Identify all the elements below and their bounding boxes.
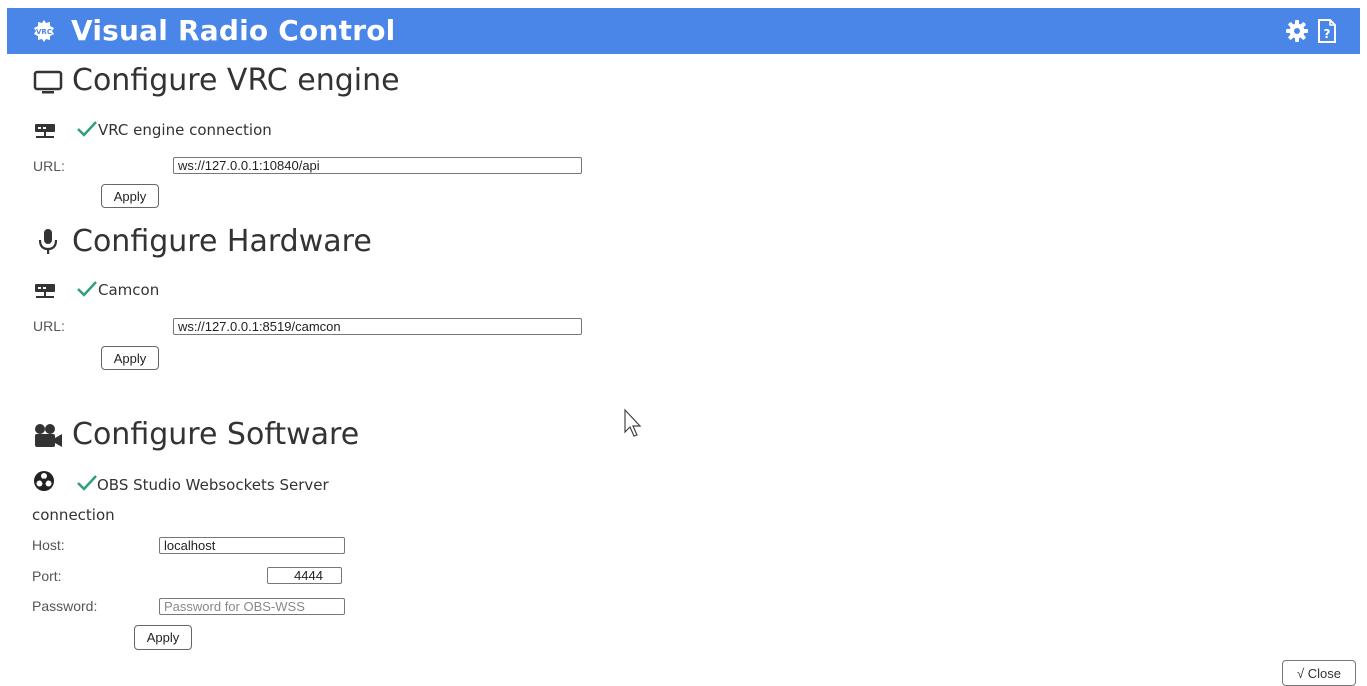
server-icon: [35, 124, 55, 138]
hardware-connection-label: Camcon: [98, 281, 160, 299]
monitor-icon: [33, 70, 63, 94]
obs-logo-icon: [34, 471, 54, 491]
password-label: Password:: [32, 598, 98, 614]
engine-url-input[interactable]: [173, 157, 582, 174]
check-icon: [77, 475, 97, 491]
engine-heading: Configure VRC engine: [72, 63, 400, 98]
software-apply-button[interactable]: Apply: [134, 625, 192, 650]
microphone-icon: [38, 229, 58, 254]
host-input[interactable]: [159, 537, 345, 554]
port-label: Port:: [32, 568, 62, 584]
help-file-icon[interactable]: ?: [1317, 18, 1337, 44]
hardware-heading: Configure Hardware: [72, 224, 372, 259]
software-connection-label: OBS Studio Websockets Server: [97, 476, 329, 494]
engine-url-label: URL:: [33, 158, 65, 174]
hardware-apply-button[interactable]: Apply: [101, 346, 159, 370]
vrc-logo-icon: VRC: [34, 20, 54, 42]
engine-connection-label: VRC engine connection: [98, 121, 272, 139]
svg-text:?: ?: [1324, 27, 1331, 41]
software-connection-label-cont: connection: [32, 506, 115, 524]
check-icon: [77, 121, 97, 137]
title-bar: VRC Visual Radio Control ?: [7, 8, 1360, 54]
check-icon: [77, 281, 97, 297]
logo-text: VRC: [36, 28, 52, 36]
mouse-cursor-icon: [624, 408, 642, 437]
app-title: Visual Radio Control: [71, 14, 396, 47]
close-button[interactable]: √ Close: [1282, 660, 1356, 686]
video-camera-icon: [35, 424, 62, 447]
software-heading: Configure Software: [72, 417, 360, 452]
hardware-url-label: URL:: [33, 318, 65, 334]
server-icon: [35, 284, 55, 298]
port-input[interactable]: [267, 567, 342, 584]
host-label: Host:: [32, 537, 65, 553]
hardware-url-input[interactable]: [173, 318, 582, 335]
password-input[interactable]: [159, 598, 345, 615]
gear-icon[interactable]: [1285, 19, 1309, 43]
engine-apply-button[interactable]: Apply: [101, 184, 159, 208]
